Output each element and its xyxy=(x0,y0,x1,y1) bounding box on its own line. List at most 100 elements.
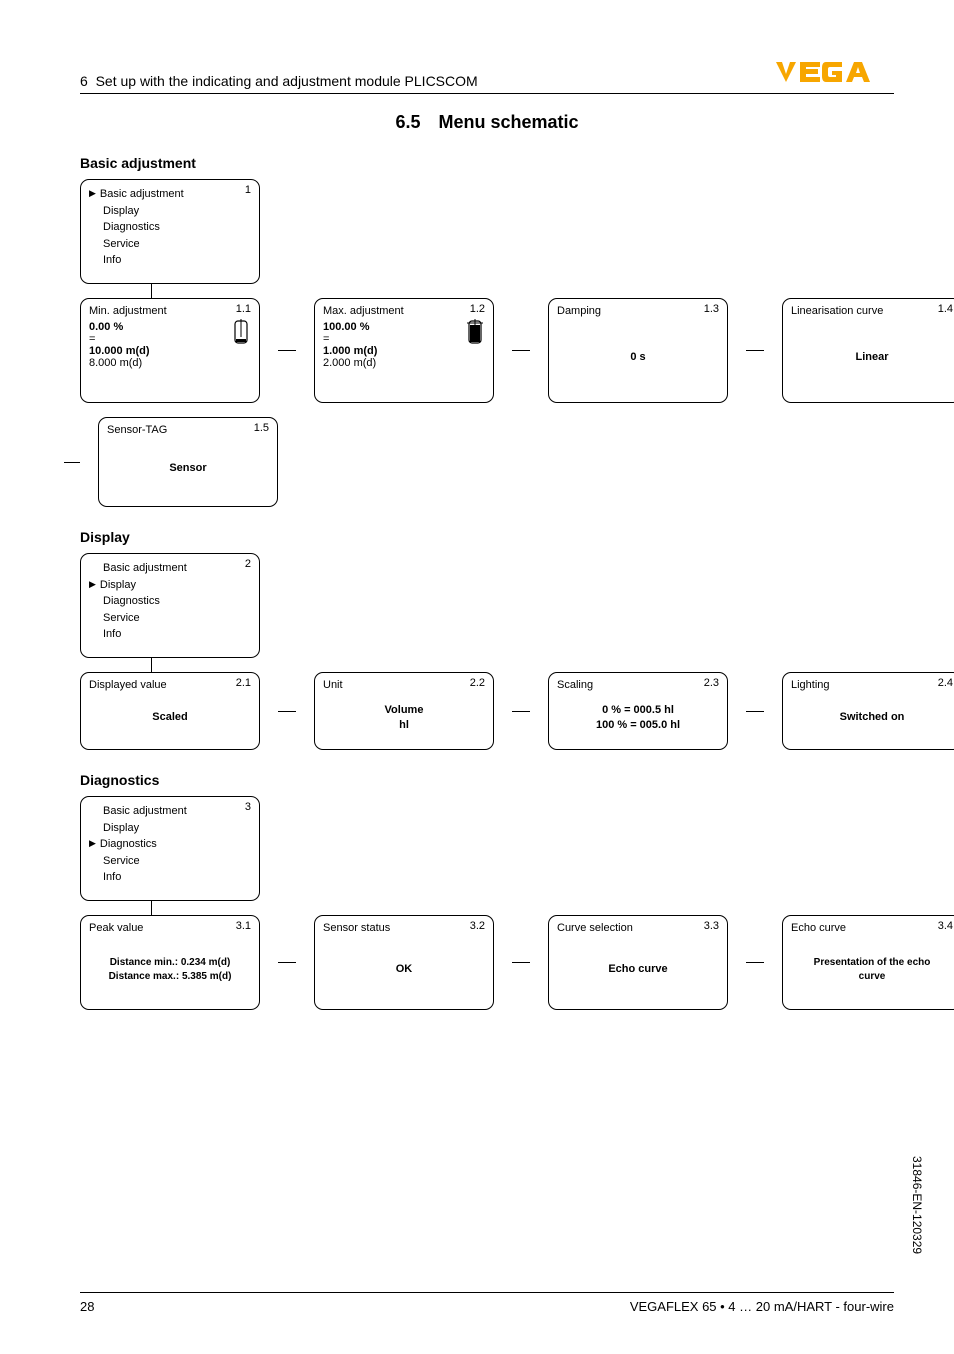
box-number: 2.4 xyxy=(938,677,953,689)
subheading-diagnostics: Diagnostics xyxy=(80,772,894,788)
connector-line xyxy=(151,902,152,916)
box-number: 1.1 xyxy=(236,303,251,315)
menu-item: Diagnostics xyxy=(89,836,251,853)
menu-item: Display xyxy=(89,577,251,594)
menu-item: Service xyxy=(89,236,251,253)
box-title: Sensor status xyxy=(323,922,485,934)
box-value-line: 0 % = 000.5 hl xyxy=(557,703,719,718)
box-number: 2 xyxy=(245,558,251,570)
menu-item: Service xyxy=(89,610,251,627)
box-value-line: Volume xyxy=(323,703,485,718)
chapter-number: 6 xyxy=(80,73,88,89)
tank-empty-icon xyxy=(231,319,251,350)
box-value: 0 s xyxy=(557,350,719,365)
box-title: Peak value xyxy=(89,922,251,934)
menu-item: Diagnostics xyxy=(89,219,251,236)
value-line: = xyxy=(89,333,251,345)
box-title: Linearisation curve xyxy=(791,305,953,317)
box-sensor-status: 3.2 Sensor status OK xyxy=(314,915,494,1010)
box-number: 3 xyxy=(245,801,251,813)
box-number: 3.1 xyxy=(236,920,251,932)
box-lighting: 2.4 Lighting Switched on xyxy=(782,672,954,750)
box-title: Echo curve xyxy=(791,922,953,934)
menu-item: Basic adjustment xyxy=(89,803,251,820)
connector-line xyxy=(278,298,296,403)
product-name: VEGAFLEX 65 • 4 … 20 mA/HART - four-wire xyxy=(630,1299,894,1314)
box-value: OK xyxy=(323,962,485,977)
connector-line xyxy=(64,462,80,463)
box-value: Scaled xyxy=(89,710,251,725)
menu-root-diagnostics: 3 Basic adjustment Display Diagnostics S… xyxy=(80,796,260,901)
box-unit: 2.2 Unit Volume hl xyxy=(314,672,494,750)
box-title: Max. adjustment xyxy=(323,305,485,317)
box-number: 1.3 xyxy=(704,303,719,315)
connector-line xyxy=(512,672,530,750)
menu-root-display: 2 Basic adjustment Display Diagnostics S… xyxy=(80,553,260,658)
menu-item: Diagnostics xyxy=(89,593,251,610)
box-echo-curve: 3.4 Echo curve Presentation of the echo … xyxy=(782,915,954,1010)
box-value-line: hl xyxy=(323,718,485,733)
menu-item: Display xyxy=(89,203,251,220)
box-scaling: 2.3 Scaling 0 % = 000.5 hl 100 % = 005.0… xyxy=(548,672,728,750)
menu-item: Basic adjustment xyxy=(89,186,251,203)
box-value-line: curve xyxy=(791,970,953,984)
chapter-text: Set up with the indicating and adjustmen… xyxy=(96,73,478,89)
connector-line xyxy=(512,915,530,1010)
value-line: 1.000 m(d) xyxy=(323,345,485,357)
box-title: Sensor-TAG xyxy=(107,424,269,436)
box-value: Echo curve xyxy=(557,962,719,977)
menu-item: Info xyxy=(89,252,251,269)
menu-item: Display xyxy=(89,820,251,837)
connector-line xyxy=(746,298,764,403)
value-line: = xyxy=(323,333,485,345)
box-number: 2.2 xyxy=(470,677,485,689)
box-number: 1.5 xyxy=(254,422,269,434)
page-number: 28 xyxy=(80,1299,94,1314)
box-linearisation: 1.4 Linearisation curve Linear xyxy=(782,298,954,403)
box-title: Curve selection xyxy=(557,922,719,934)
box-value-line: 100 % = 005.0 hl xyxy=(557,718,719,733)
box-value-line: Distance max.: 5.385 m(d) xyxy=(89,970,251,984)
page-footer: 28 VEGAFLEX 65 • 4 … 20 mA/HART - four-w… xyxy=(80,1292,894,1314)
box-title: Damping xyxy=(557,305,719,317)
menu-item: Info xyxy=(89,626,251,643)
box-number: 2.3 xyxy=(704,677,719,689)
box-value-line: Presentation of the echo xyxy=(791,956,953,970)
connector-line xyxy=(746,915,764,1010)
page-header: 6 Set up with the indicating and adjustm… xyxy=(80,60,894,94)
box-number: 3.2 xyxy=(470,920,485,932)
value-line: 2.000 m(d) xyxy=(323,357,485,369)
box-value: Linear xyxy=(791,350,953,365)
tank-full-icon xyxy=(465,319,485,350)
box-title: Displayed value xyxy=(89,679,251,691)
box-peak-value: 3.1 Peak value Distance min.: 0.234 m(d)… xyxy=(80,915,260,1010)
menu-item: Basic adjustment xyxy=(89,560,251,577)
box-number: 1.2 xyxy=(470,303,485,315)
box-title: Unit xyxy=(323,679,485,691)
connector-line xyxy=(151,659,152,673)
box-sensor-tag: 1.5 Sensor-TAG Sensor xyxy=(98,417,278,507)
vega-logo xyxy=(774,60,894,89)
box-max-adjustment: 1.2 Max. adjustment 100.00 % = 1.000 m(d… xyxy=(314,298,494,403)
chapter-title: 6 Set up with the indicating and adjustm… xyxy=(80,73,478,89)
menu-item: Service xyxy=(89,853,251,870)
section-title: 6.5 Menu schematic xyxy=(80,112,894,133)
box-number: 3.3 xyxy=(704,920,719,932)
menu-item: Info xyxy=(89,869,251,886)
menu-root-basic: 1 Basic adjustment Display Diagnostics S… xyxy=(80,179,260,284)
box-min-adjustment: 1.1 Min. adjustment 0.00 % = 10.000 m(d)… xyxy=(80,298,260,403)
box-value: Sensor xyxy=(107,461,269,476)
box-title: Min. adjustment xyxy=(89,305,251,317)
value-line: 0.00 % xyxy=(89,321,251,333)
connector-line xyxy=(746,672,764,750)
subheading-basic-adjustment: Basic adjustment xyxy=(80,155,894,171)
box-value-line: Distance min.: 0.234 m(d) xyxy=(89,956,251,970)
connector-line xyxy=(278,915,296,1010)
connector-line xyxy=(512,298,530,403)
connector-line xyxy=(151,285,152,299)
box-damping: 1.3 Damping 0 s xyxy=(548,298,728,403)
box-curve-selection: 3.3 Curve selection Echo curve xyxy=(548,915,728,1010)
box-number: 1 xyxy=(245,184,251,196)
subheading-display: Display xyxy=(80,529,894,545)
box-title: Lighting xyxy=(791,679,953,691)
